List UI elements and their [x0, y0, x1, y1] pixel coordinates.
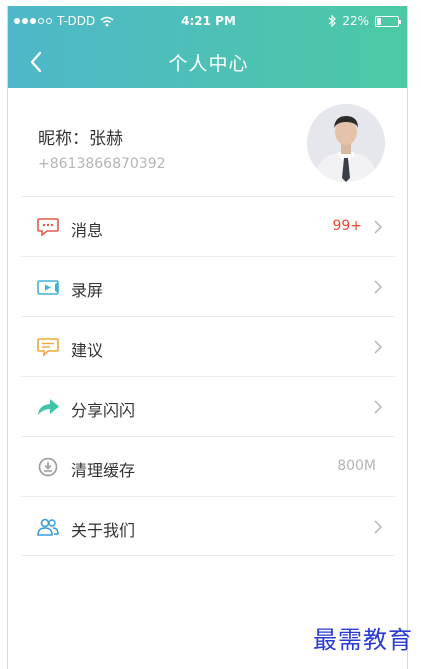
unread-count-badge: 99+: [332, 218, 362, 234]
menu-list: 消息 99+ 录屏 建议 分享闪闪 清理缓存 800M 关于我们: [21, 196, 395, 556]
chevron-right-icon: [374, 520, 383, 534]
menu-item-label: 消息: [71, 221, 104, 240]
page-title: 个人中心: [168, 53, 249, 75]
avatar[interactable]: [307, 104, 385, 182]
status-bar: T-DDD 4:21 PM 22%: [8, 6, 407, 36]
phone-screen: T-DDD 4:21 PM 22% 个人中心 昵称： 张赫 +861386687…: [7, 6, 408, 669]
menu-item-label: 清理缓存: [71, 461, 136, 480]
menu-item-about-us[interactable]: 关于我们: [21, 496, 395, 556]
status-right: 22%: [328, 14, 401, 28]
menu-item-screen-record[interactable]: 录屏: [21, 256, 395, 316]
share-icon: [38, 399, 59, 415]
menu-item-messages[interactable]: 消息 99+: [21, 196, 395, 256]
chevron-right-icon: [374, 280, 383, 294]
nickname-row: 昵称： 张赫: [38, 124, 123, 149]
header: T-DDD 4:21 PM 22% 个人中心: [8, 6, 407, 88]
navbar: 个人中心: [8, 36, 407, 88]
nickname-value: 张赫: [89, 129, 123, 149]
profile-card[interactable]: 昵称： 张赫 +8613866870392: [8, 88, 407, 196]
screen-record-icon: [37, 280, 59, 295]
nickname-label: 昵称：: [38, 129, 89, 149]
menu-item-suggestion[interactable]: 建议: [21, 316, 395, 376]
menu-item-label: 建议: [71, 341, 104, 360]
battery-icon: [375, 15, 401, 27]
chevron-right-icon: [374, 400, 383, 414]
menu-item-share[interactable]: 分享闪闪: [21, 376, 395, 436]
phone-number: +8613866870392: [38, 156, 166, 172]
clear-cache-icon: [38, 457, 58, 477]
message-icon: [37, 218, 59, 237]
suggestion-icon: [37, 338, 59, 357]
menu-item-label: 录屏: [71, 281, 104, 300]
menu-item-label: 分享闪闪: [71, 401, 136, 420]
cache-size: 800M: [337, 458, 376, 474]
chevron-right-icon: [374, 340, 383, 354]
bluetooth-icon: [328, 15, 337, 27]
chevron-right-icon: [374, 220, 383, 234]
battery-fill: [377, 17, 382, 25]
battery-percent: 22%: [342, 14, 369, 28]
avatar-image: [307, 104, 385, 182]
menu-item-clear-cache[interactable]: 清理缓存 800M: [21, 436, 395, 496]
menu-item-label: 关于我们: [71, 521, 136, 540]
about-us-icon: [37, 518, 59, 536]
watermark: 最需教育: [313, 626, 413, 654]
